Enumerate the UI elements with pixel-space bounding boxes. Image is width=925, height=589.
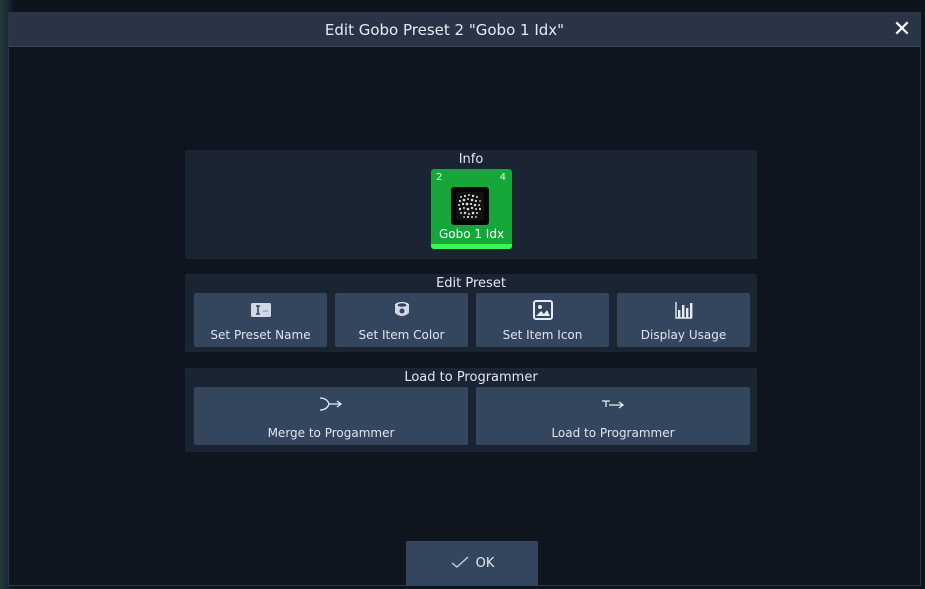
text-cursor-icon [194,299,327,321]
set-item-color-button[interactable]: Set Item Color [335,293,468,347]
preset-name: Gobo 1 Idx [438,227,505,241]
merge-to-programmer-button[interactable]: Merge to Progammer [194,387,468,445]
set-preset-name-button[interactable]: Set Preset Name [194,293,327,347]
set-item-color-label: Set Item Color [358,328,445,342]
ok-button[interactable]: OK [406,541,538,586]
edit-preset-panel: Edit Preset Set Preset Name Set Item Col… [185,274,757,352]
set-item-icon-label: Set Item Icon [502,328,583,342]
checkmark-icon [450,555,470,573]
edit-preset-heading: Edit Preset [436,276,506,291]
dialog-titlebar: Edit Gobo Preset 2 "Gobo 1 Idx" ✕ [9,13,920,47]
load-arrow-icon [476,393,750,415]
load-to-programmer-heading: Load to Programmer [404,370,538,385]
merge-arrow-icon [194,393,468,415]
display-usage-label: Display Usage [640,328,727,342]
close-button[interactable]: ✕ [888,17,916,43]
set-preset-name-label: Set Preset Name [210,328,311,342]
set-item-icon-button[interactable]: Set Item Icon [476,293,609,347]
color-cup-icon [335,299,468,321]
display-usage-button[interactable]: Display Usage [617,293,750,347]
info-panel: Info 2 4 Gobo 1 Idx [185,150,757,259]
preset-number: 2 [436,172,443,183]
edit-preset-dialog: Edit Gobo Preset 2 "Gobo 1 Idx" ✕ Info 2… [8,12,921,586]
dialog-title: Edit Gobo Preset 2 "Gobo 1 Idx" [324,21,565,39]
merge-to-programmer-label: Merge to Progammer [267,426,395,440]
image-icon [476,299,609,321]
preset-count: 4 [499,172,506,183]
load-to-programmer-button[interactable]: Load to Programmer [476,387,750,445]
close-icon: ✕ [892,17,912,42]
preset-tile[interactable]: 2 4 Gobo 1 Idx [431,169,512,249]
ok-label: OK [475,556,495,571]
load-to-programmer-panel: Load to Programmer Merge to Progammer Lo… [185,368,757,452]
info-heading: Info [458,152,484,167]
gobo-pattern-icon [451,187,489,225]
load-to-programmer-label: Load to Programmer [551,426,675,440]
bar-chart-icon [617,299,750,321]
preset-active-bar [431,244,512,249]
